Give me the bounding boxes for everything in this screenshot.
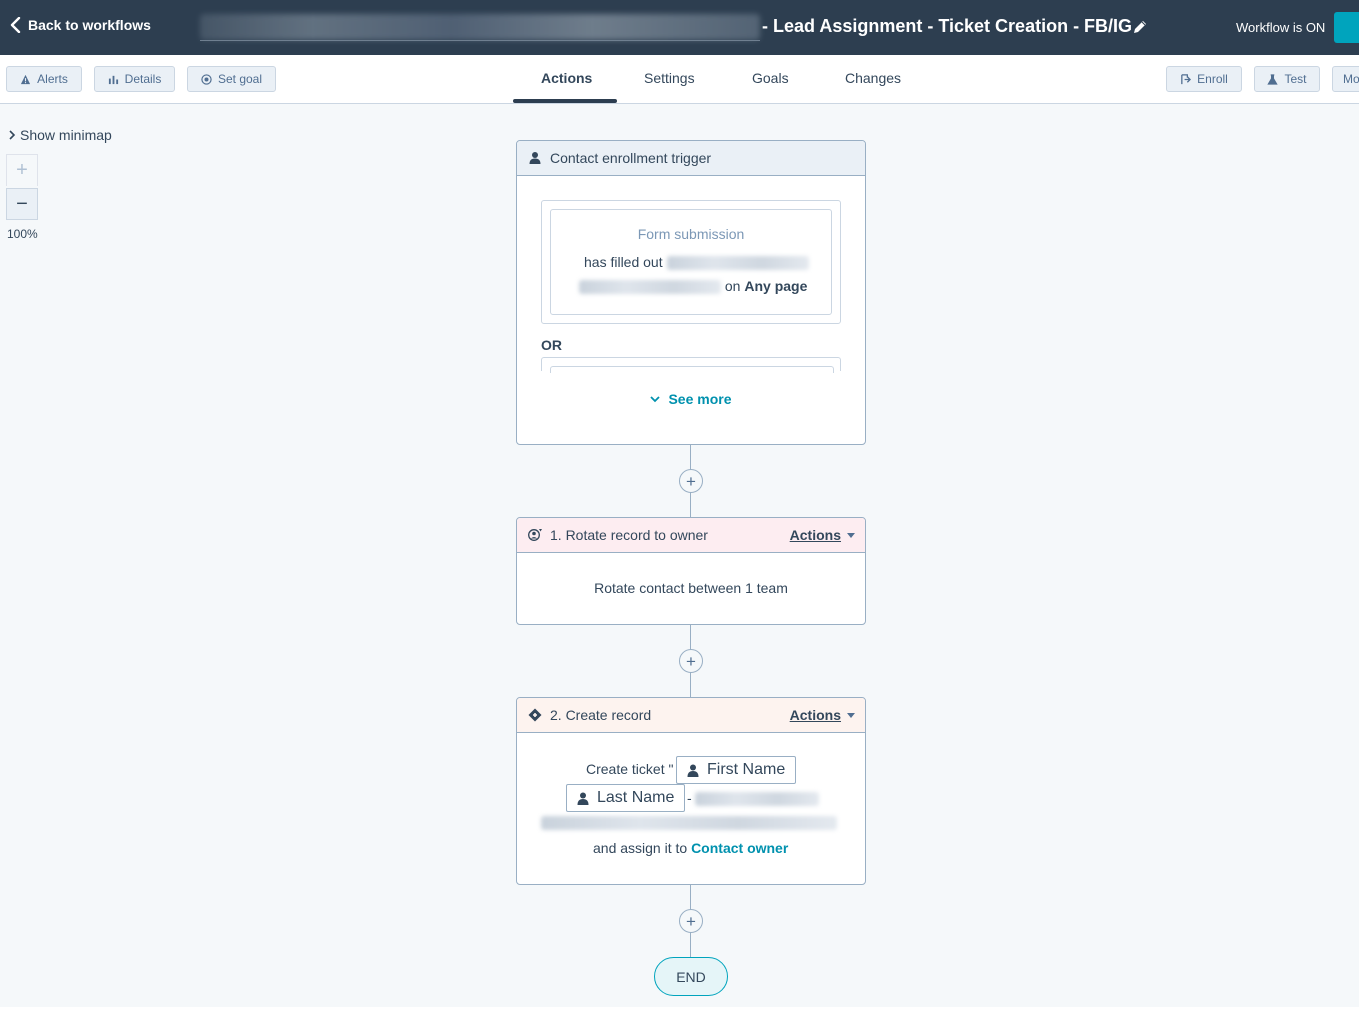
step2-description: Create ticket " First Name Last Name - a…: [517, 733, 865, 884]
zoom-level: 100%: [7, 227, 38, 241]
trigger-header: Contact enrollment trigger: [517, 141, 865, 176]
workflow-toolbar: Alerts Details Set goal Actions Settings…: [0, 55, 1359, 104]
workflow-title-redacted[interactable]: [200, 14, 760, 40]
see-more-button[interactable]: See more: [517, 391, 865, 407]
or-separator: OR: [541, 337, 562, 353]
details-button[interactable]: Details: [94, 66, 175, 92]
chevron-down-icon: [650, 396, 661, 403]
last-name-label: Last Name: [597, 789, 675, 806]
enroll-button[interactable]: Enroll: [1166, 66, 1242, 92]
flask-icon: [1267, 73, 1279, 85]
more-button[interactable]: Mo: [1332, 66, 1359, 92]
form-name-redacted: [579, 280, 721, 295]
alerts-label: Alerts: [37, 72, 68, 86]
create-record-icon: [528, 708, 542, 722]
add-action-button[interactable]: +: [679, 469, 703, 493]
assign-text: and assign it to Contact owner: [593, 840, 788, 856]
on-label: on: [724, 278, 741, 294]
dash-separator: -: [687, 790, 692, 806]
set-goal-button[interactable]: Set goal: [187, 66, 276, 92]
zoom-out-button[interactable]: −: [6, 188, 38, 220]
add-action-button[interactable]: +: [679, 909, 703, 933]
last-name-token: Last Name: [566, 784, 686, 812]
bar-chart-icon: [108, 75, 118, 84]
add-action-button[interactable]: +: [679, 649, 703, 673]
filter-page: on Any page: [579, 278, 808, 295]
filter-type: Form submission: [637, 226, 745, 242]
filter-condition: has filled out: [584, 254, 809, 271]
workflow-toggle[interactable]: [1334, 12, 1359, 43]
tab-goals[interactable]: Goals: [752, 70, 789, 86]
create-record-card[interactable]: 2. Create record Actions Create ticket "…: [516, 697, 866, 885]
tab-changes[interactable]: Changes: [845, 70, 901, 86]
set-goal-label: Set goal: [217, 72, 263, 86]
show-minimap-toggle[interactable]: Show minimap: [8, 127, 112, 143]
warning-icon: [21, 74, 31, 84]
end-node: END: [654, 957, 728, 996]
enroll-icon: [1181, 73, 1192, 84]
title-underline: [200, 40, 760, 41]
rotate-owner-card[interactable]: 1. Rotate record to owner Actions Rotate…: [516, 517, 866, 625]
page-value: Any page: [744, 278, 808, 294]
trigger-title: Contact enrollment trigger: [550, 150, 712, 166]
see-more-label: See more: [668, 391, 732, 407]
enrollment-trigger-card[interactable]: Contact enrollment trigger Form submissi…: [516, 140, 866, 445]
actions-label: Actions: [789, 707, 841, 723]
pencil-icon[interactable]: [1132, 19, 1148, 35]
back-label: Back to workflows: [28, 17, 151, 33]
trigger-filter-group-peek: [541, 357, 841, 373]
target-icon: [201, 73, 212, 85]
active-tab-indicator: [513, 99, 617, 103]
step1-actions-dropdown[interactable]: Actions: [790, 527, 855, 543]
step1-description: Rotate contact between 1 team: [594, 580, 788, 596]
chevron-right-icon: [9, 130, 16, 140]
workflow-status: Workflow is ON: [1236, 20, 1326, 35]
contact-owner-link[interactable]: Contact owner: [691, 840, 788, 856]
step2-actions-dropdown[interactable]: Actions: [790, 707, 855, 723]
minimap-label: Show minimap: [20, 127, 112, 143]
more-label: Mo: [1343, 72, 1359, 86]
ticket-name-redacted: [541, 816, 837, 830]
step2-title: 2. Create record: [550, 707, 652, 723]
rotate-owner-icon: [528, 529, 542, 541]
ticket-name-redacted: [695, 792, 819, 806]
contact-icon: [687, 764, 699, 777]
alerts-button[interactable]: Alerts: [6, 66, 82, 92]
tab-actions[interactable]: Actions: [541, 70, 592, 86]
details-label: Details: [124, 72, 162, 86]
back-to-workflows-link[interactable]: Back to workflows: [10, 17, 151, 33]
caret-down-icon: [847, 712, 855, 718]
create-ticket-prefix: Create ticket ": [586, 761, 674, 777]
step1-header: 1. Rotate record to owner Actions: [517, 518, 865, 553]
step2-header: 2. Create record Actions: [517, 698, 865, 733]
assign-prefix: and assign it to: [593, 840, 688, 856]
chevron-left-icon: [10, 17, 21, 33]
step1-title: 1. Rotate record to owner: [550, 527, 708, 543]
first-name-token: First Name: [676, 756, 797, 784]
test-label: Test: [1284, 72, 1307, 86]
enroll-label: Enroll: [1197, 72, 1228, 86]
contact-icon: [577, 792, 589, 805]
form-name-redacted: [666, 256, 809, 271]
bottom-edge: [0, 1007, 1359, 1014]
workflow-title[interactable]: - Lead Assignment - Ticket Creation - FB…: [762, 16, 1132, 37]
first-name-label: First Name: [707, 761, 786, 778]
zoom-in-button[interactable]: +: [6, 154, 38, 186]
caret-down-icon: [847, 532, 855, 538]
actions-label: Actions: [789, 527, 841, 543]
tab-settings[interactable]: Settings: [644, 70, 695, 86]
contact-icon: [529, 152, 541, 164]
filled-label: has filled out: [584, 254, 663, 270]
trigger-filter[interactable]: Form submission has filled out on Any pa…: [550, 209, 832, 315]
trigger-filter-group: Form submission has filled out on Any pa…: [541, 200, 841, 324]
test-button[interactable]: Test: [1254, 66, 1320, 92]
top-header: Back to workflows - Lead Assignment - Ti…: [0, 0, 1359, 55]
